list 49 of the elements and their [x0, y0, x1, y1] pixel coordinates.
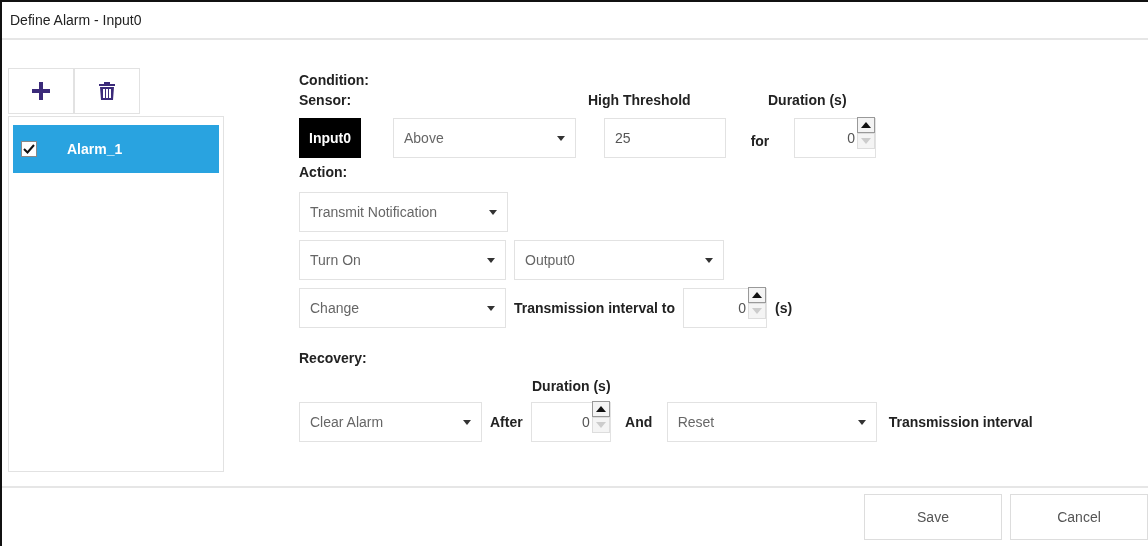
- clear-dropdown[interactable]: Clear Alarm: [299, 402, 482, 442]
- dialog-button[interactable]: Save: [864, 494, 1002, 540]
- field-label: Duration (s): [531, 378, 611, 394]
- increment-button[interactable]: [591, 401, 610, 417]
- field-label: for: [749, 132, 771, 149]
- up-arrow-icon: [595, 406, 606, 412]
- dialog-button[interactable]: Cancel: [1010, 494, 1148, 540]
- field-label: Duration (s): [768, 92, 847, 108]
- section-heading: Recovery:: [299, 349, 368, 368]
- duration-field[interactable]: 0: [794, 118, 876, 158]
- checkbox[interactable]: [21, 141, 37, 157]
- plus-icon: [32, 82, 50, 100]
- section-heading: Condition:: [299, 71, 370, 90]
- down-arrow-icon: [595, 422, 606, 428]
- caret-icon: [489, 209, 497, 215]
- interval-mode-dropdown[interactable]: Change: [299, 288, 506, 328]
- reset-dropdown[interactable]: Reset: [666, 402, 877, 442]
- up-arrow-icon: [752, 292, 763, 298]
- section-heading: Action:: [299, 163, 349, 182]
- notification-dropdown[interactable]: Transmit Notification: [299, 192, 508, 232]
- output-dropdown[interactable]: Output0: [514, 240, 724, 280]
- sensor-tag: Input0: [299, 118, 361, 158]
- trash-icon: [99, 82, 115, 100]
- caret-icon: [487, 305, 495, 311]
- up-arrow-icon: [861, 122, 871, 128]
- window-title: Define Alarm - Input0: [10, 12, 142, 28]
- delete-button[interactable]: [74, 68, 140, 114]
- switch-dropdown[interactable]: Turn On: [299, 240, 506, 280]
- caret-icon: [487, 257, 495, 263]
- caret-icon: [705, 257, 713, 263]
- increment-button[interactable]: [857, 117, 875, 133]
- down-arrow-icon: [861, 138, 871, 144]
- field-label: Sensor:: [299, 92, 353, 108]
- unit-label: (s): [775, 300, 793, 316]
- caret-icon: [463, 419, 471, 425]
- field-label: Transmission interval to: [514, 300, 676, 316]
- threshold-field[interactable]: 25: [604, 118, 726, 158]
- add-button[interactable]: [8, 68, 74, 114]
- field-label: After: [490, 414, 523, 430]
- caret-icon: [557, 135, 565, 141]
- down-arrow-icon: [752, 308, 763, 314]
- caret-icon: [857, 419, 866, 425]
- interval-field[interactable]: 0: [683, 288, 768, 328]
- field-label: High Threshold: [588, 92, 692, 108]
- field-label: Transmission interval: [887, 414, 1033, 430]
- field-label: And: [624, 414, 654, 430]
- increment-button[interactable]: [748, 287, 767, 303]
- comparison-dropdown[interactable]: Above: [393, 118, 576, 158]
- recovery-duration-field[interactable]: 0: [530, 402, 611, 442]
